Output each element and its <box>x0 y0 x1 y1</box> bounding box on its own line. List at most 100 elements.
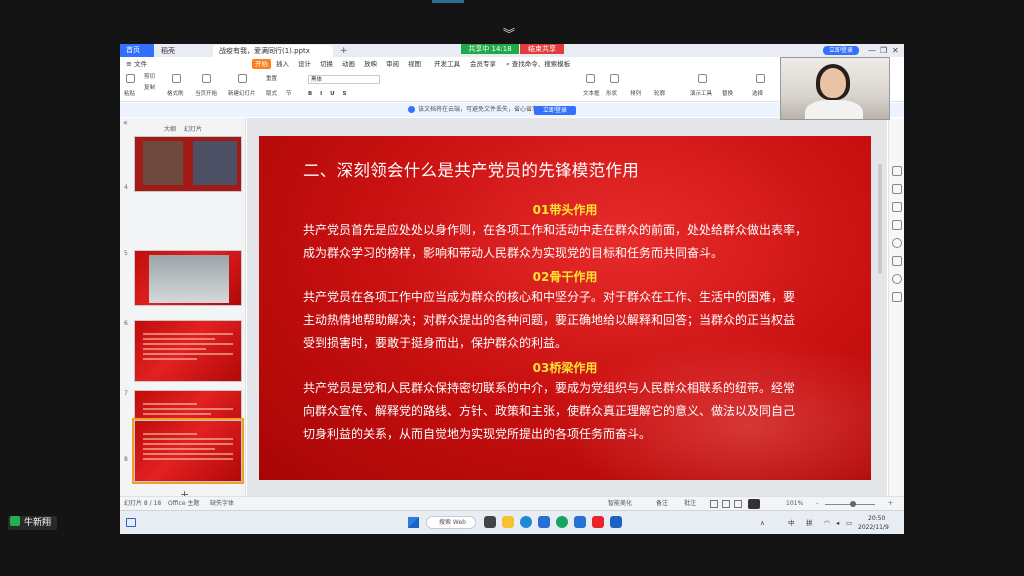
command-search[interactable]: ⌕ 查找命令、搜索模板 <box>506 58 570 70</box>
presenter-body <box>805 100 863 119</box>
share-icon[interactable] <box>892 256 902 266</box>
maximize-button[interactable]: ❐ <box>880 45 887 56</box>
normal-view-icon[interactable] <box>710 500 718 508</box>
paste-icon[interactable] <box>126 74 135 83</box>
chrome-icon[interactable] <box>556 516 568 528</box>
menu-view[interactable]: 视图 <box>408 58 421 70</box>
vertical-scrollbar[interactable] <box>878 164 882 274</box>
windows-start-icon[interactable] <box>408 517 419 528</box>
tray-chevron[interactable]: ∧ <box>760 511 765 534</box>
zoom-in-button[interactable]: + <box>888 497 893 511</box>
reading-view-icon[interactable] <box>734 500 742 508</box>
login-button[interactable]: 立即登录 <box>823 46 859 55</box>
shape-icon[interactable] <box>610 74 619 83</box>
clock-time[interactable]: 20:50 <box>868 515 885 522</box>
current-slide[interactable]: 二、深刻领会什么是共产党员的先锋模范作用 01带头作用 共产党员首先是应处处以身… <box>259 136 871 480</box>
zoom-out-button[interactable]: - <box>816 497 818 511</box>
smart-beautify-button[interactable]: 智能美化 <box>608 497 632 511</box>
property-icon[interactable] <box>892 166 902 176</box>
select-icon[interactable] <box>756 74 765 83</box>
ribbon-copy[interactable]: 复制 <box>144 84 155 92</box>
zoom-slider-handle[interactable] <box>850 501 856 507</box>
ribbon-paste[interactable]: 粘贴 <box>124 90 135 98</box>
sorter-view-icon[interactable] <box>722 500 730 508</box>
close-window-button[interactable]: ✕ <box>892 45 899 56</box>
zoom-level[interactable]: 101% <box>786 497 803 511</box>
ribbon-format-painter[interactable]: 格式刷 <box>167 90 184 98</box>
menu-dev-tools[interactable]: 开发工具 <box>434 58 460 70</box>
ribbon-replace[interactable]: 替换 <box>722 90 733 98</box>
tab-slides[interactable]: 幻灯片 <box>184 124 202 133</box>
ribbon-new-slide[interactable]: 新建幻灯片 <box>228 90 256 98</box>
menu-file[interactable]: ≡ 文件 <box>126 58 147 70</box>
menu-transition[interactable]: 切换 <box>320 58 333 70</box>
ribbon-layout[interactable]: 版式 <box>266 90 277 98</box>
settings-icon[interactable] <box>892 292 902 302</box>
font-style-buttons[interactable]: B I U S <box>308 90 349 98</box>
help-icon[interactable] <box>892 238 902 248</box>
ribbon-presentation-tools[interactable]: 演示工具 <box>690 90 712 98</box>
slide-thumbnail[interactable] <box>134 250 242 306</box>
tab-outline[interactable]: 大纲 <box>164 124 176 133</box>
slide-thumbnail[interactable] <box>134 320 242 382</box>
save-icon[interactable] <box>892 220 902 230</box>
ribbon-cut[interactable]: 剪切 <box>144 73 155 81</box>
new-slide-icon[interactable] <box>238 74 247 83</box>
ribbon-outline[interactable]: 轮廓 <box>654 90 665 98</box>
minimize-button[interactable]: — <box>868 45 876 56</box>
wifi-icon[interactable]: ◠ <box>824 511 830 534</box>
menu-slideshow[interactable]: 放映 <box>364 58 377 70</box>
ribbon-select[interactable]: 选择 <box>752 90 763 98</box>
ime-lang[interactable]: 中 <box>788 511 795 534</box>
meeting-app-icon[interactable] <box>610 516 622 528</box>
ribbon-reset[interactable]: 重置 <box>266 75 277 83</box>
location-icon[interactable] <box>892 274 902 284</box>
file-explorer-icon[interactable] <box>502 516 514 528</box>
task-view-icon[interactable] <box>484 516 496 528</box>
wps-icon[interactable] <box>592 516 604 528</box>
star-icon[interactable] <box>892 202 902 212</box>
volume-icon[interactable]: ◂ <box>836 511 839 534</box>
ime-mode[interactable]: 拼 <box>806 511 813 534</box>
presentation-tools-icon[interactable] <box>698 74 707 83</box>
missing-font-indicator[interactable]: 缺失字体 <box>210 497 234 511</box>
format-painter-icon[interactable] <box>172 74 181 83</box>
slide-thumbnail[interactable] <box>134 136 242 192</box>
ribbon-arrange[interactable]: 排列 <box>630 90 641 98</box>
taskbar-search[interactable]: 搜索 Web <box>426 516 476 529</box>
menu-animation[interactable]: 动画 <box>342 58 355 70</box>
notes-toggle[interactable]: 备注 <box>656 497 668 511</box>
font-name-select[interactable]: 黑体 <box>308 75 380 84</box>
comment-toggle[interactable]: 批注 <box>684 497 696 511</box>
menu-review[interactable]: 审阅 <box>386 58 399 70</box>
menu-start[interactable]: 开始 <box>252 59 271 69</box>
ribbon-section[interactable]: 节 <box>286 90 292 98</box>
new-tab-button[interactable]: + <box>334 45 354 57</box>
widgets-icon[interactable] <box>126 518 136 527</box>
play-from-current-icon[interactable] <box>202 74 211 83</box>
stop-share-button[interactable]: 结束共享 <box>520 44 564 54</box>
notice-login-button[interactable]: 立即登录 <box>534 106 576 115</box>
ribbon-play-current[interactable]: 当页开始 <box>195 90 217 98</box>
battery-icon[interactable]: ▭ <box>846 511 852 534</box>
edge-icon[interactable] <box>520 516 532 528</box>
store-icon[interactable] <box>538 516 550 528</box>
play-slideshow-icon[interactable] <box>748 499 760 509</box>
menu-member[interactable]: 会员专享 <box>470 58 496 70</box>
tab-docer[interactable]: 稻壳 <box>155 45 211 57</box>
animation-pane-icon[interactable] <box>892 184 902 194</box>
ribbon-shape[interactable]: 形状 <box>606 90 617 98</box>
collapse-panel-icon[interactable]: « <box>123 118 128 127</box>
textbox-icon[interactable] <box>586 74 595 83</box>
ribbon-textbox[interactable]: 文本框 <box>583 90 600 98</box>
menu-file-label: 文件 <box>134 60 148 68</box>
tab-home[interactable]: 首页 <box>120 44 154 57</box>
menu-design[interactable]: 设计 <box>298 58 311 70</box>
presenter-video[interactable] <box>780 57 890 120</box>
clock-date[interactable]: 2022/11/9 <box>858 524 889 531</box>
menu-insert[interactable]: 插入 <box>276 58 289 70</box>
collapse-chevron-icon[interactable]: ︾ <box>503 28 515 40</box>
tab-document[interactable]: 战疫有我，爱满同行(1).pptx <box>213 45 333 57</box>
slide-thumbnail-selected[interactable] <box>132 418 244 484</box>
app-icon[interactable] <box>574 516 586 528</box>
